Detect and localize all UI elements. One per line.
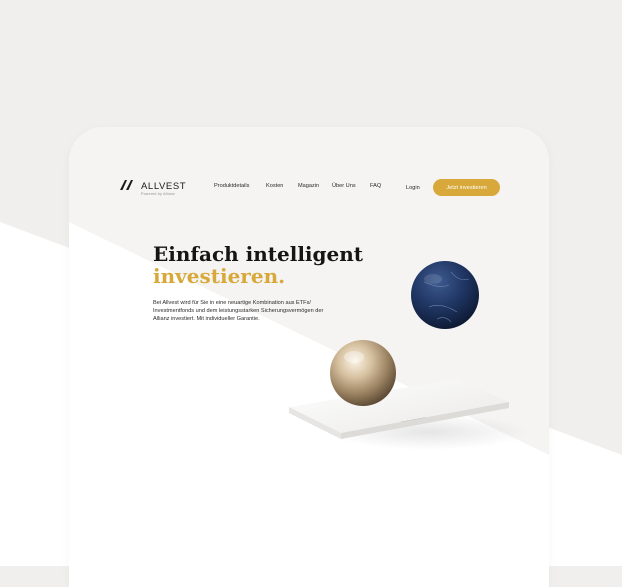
brand-name: ALLVEST	[141, 181, 187, 192]
brand-logo[interactable]: ALLVEST Powered by Allianz	[119, 179, 189, 201]
allvest-logo-icon	[120, 180, 133, 190]
nav-item-ueber-uns[interactable]: Über Uns	[332, 183, 356, 189]
nav-item-faq[interactable]: FAQ	[370, 183, 381, 189]
login-link[interactable]: Login	[406, 185, 420, 191]
gold-sphere	[330, 340, 396, 406]
seesaw-illustration	[289, 261, 529, 450]
invest-now-button[interactable]: Jetzt investieren	[433, 179, 500, 196]
brand-tagline: Powered by Allianz	[141, 192, 175, 196]
marble-sphere	[411, 261, 479, 329]
nav-item-kosten[interactable]: Kosten	[266, 183, 283, 189]
navbar: ALLVEST Powered by Allianz Produktdetail…	[69, 127, 549, 197]
nav-item-produktdetails[interactable]: Produktdetails	[214, 183, 249, 189]
browser-mockup: ALLVEST Powered by Allianz Produktdetail…	[69, 127, 549, 587]
nav-item-magazin[interactable]: Magazin	[298, 183, 319, 189]
